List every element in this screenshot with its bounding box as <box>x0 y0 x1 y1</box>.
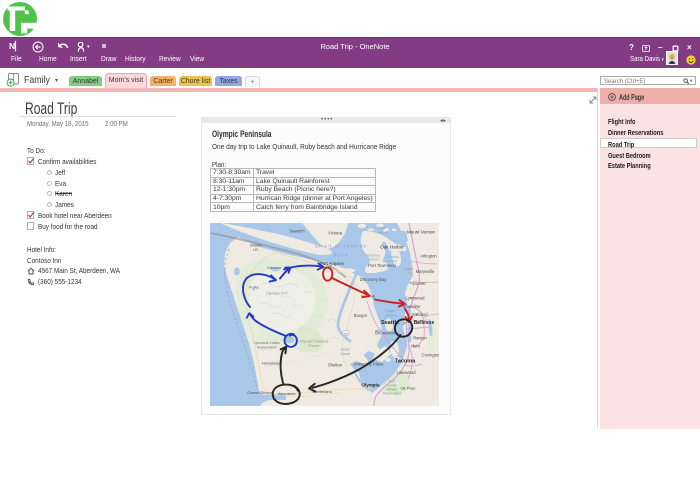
svg-text:Sound: Sound <box>386 314 398 318</box>
svg-text:Oak Harbor: Oak Harbor <box>380 245 404 250</box>
svg-text:Bangor: Bangor <box>354 313 368 318</box>
svg-text:Kirkland: Kirkland <box>412 312 428 317</box>
svg-text:Olympic N.P.: Olympic N.P. <box>266 291 289 296</box>
svg-text:Shelton: Shelton <box>328 363 343 368</box>
svg-text:Marysville: Marysville <box>416 269 435 274</box>
svg-text:Saanich: Saanich <box>289 229 305 234</box>
svg-text:Aberdeen: Aberdeen <box>278 391 295 396</box>
svg-text:Arlington: Arlington <box>420 254 437 259</box>
svg-text:Island: Island <box>378 231 388 235</box>
svg-text:Olympia: Olympia <box>361 383 380 388</box>
svg-text:Lynnwood: Lynnwood <box>406 296 426 301</box>
svg-text:I.R.: I.R. <box>406 271 412 275</box>
svg-text:101: 101 <box>344 331 349 335</box>
svg-text:Strait of Juan de: Strait of Juan de <box>315 244 367 249</box>
svg-text:Prairie Ridge: Prairie Ridge <box>366 226 387 230</box>
svg-text:Lakewood: Lakewood <box>396 370 416 375</box>
svg-text:Puget: Puget <box>385 309 396 313</box>
svg-text:Covington: Covington <box>422 353 439 358</box>
svg-text:Bellevue: Bellevue <box>414 320 435 326</box>
svg-text:Reservation: Reservation <box>257 346 277 350</box>
svg-text:Everett: Everett <box>412 281 426 286</box>
svg-text:Makah: Makah <box>250 244 261 248</box>
svg-text:Victoria: Victoria <box>328 231 343 236</box>
svg-text:Hood: Hood <box>340 348 350 352</box>
svg-text:Forest: Forest <box>309 344 321 348</box>
svg-text:Mount Vernon: Mount Vernon <box>407 230 436 235</box>
svg-text:Ok Plain: Ok Plain <box>400 386 415 391</box>
svg-text:Canal: Canal <box>340 352 350 356</box>
svg-text:Port Angeles: Port Angeles <box>320 261 344 266</box>
svg-text:I.R.: I.R. <box>253 248 259 252</box>
svg-text:Quinault Indian: Quinault Indian <box>254 341 280 345</box>
svg-text:Fuca: Fuca <box>334 253 349 258</box>
svg-text:Kent: Kent <box>411 344 420 349</box>
svg-text:Island: Island <box>368 258 378 262</box>
svg-text:Tacoma: Tacoma <box>395 359 417 365</box>
svg-text:Olympic National: Olympic National <box>300 340 329 344</box>
svg-text:Humptulips: Humptulips <box>262 362 281 366</box>
svg-text:Reservation: Reservation <box>383 392 401 396</box>
svg-text:Port Townsend: Port Townsend <box>368 263 396 268</box>
svg-text:Discovery Bay: Discovery Bay <box>360 277 388 282</box>
svg-text:Renton: Renton <box>413 336 427 341</box>
svg-text:Ocean Shores: Ocean Shores <box>247 390 273 395</box>
svg-text:Forks: Forks <box>249 285 259 290</box>
svg-text:Bremerton: Bremerton <box>375 331 395 336</box>
svg-text:Crescent: Crescent <box>267 266 281 270</box>
